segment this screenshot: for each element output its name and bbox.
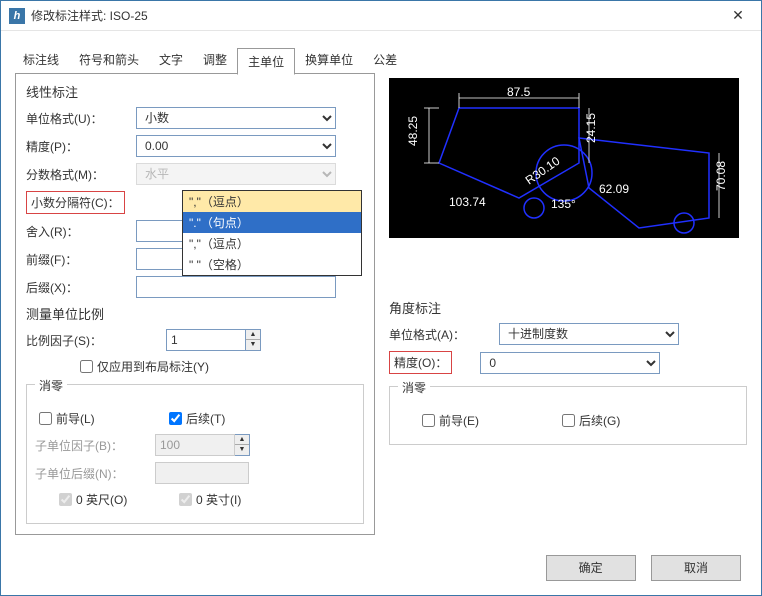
dd-item-0[interactable]: ","（逗点） — [183, 191, 361, 212]
zero-left-group: 消零 前导(L) 后续(T) 子单位因子(B)： ▲▼ 子单位后缀(N)： 0 … — [26, 384, 364, 524]
footer: 确定 取消 — [534, 555, 741, 581]
angle-trailing-check[interactable]: 后续(G) — [558, 411, 620, 430]
round-label: 舍入(R)： — [26, 223, 136, 240]
svg-text:70.08: 70.08 — [714, 161, 728, 191]
angle-precision-select[interactable]: 0 — [480, 352, 660, 374]
suffix-input[interactable] — [136, 276, 336, 298]
svg-text:87.5: 87.5 — [507, 85, 531, 99]
angle-title: 角度标注 — [389, 298, 747, 317]
tab-primary-units[interactable]: 主单位 — [237, 48, 295, 75]
tab-fit[interactable]: 调整 — [193, 47, 237, 74]
scale-factor-label: 比例因子(S)： — [26, 332, 166, 349]
scale-title: 测量单位比例 — [26, 304, 364, 323]
zero-left-title: 消零 — [35, 377, 67, 394]
app-icon: h — [9, 8, 25, 24]
decimal-sep-dropdown[interactable]: ","（逗点） "."（句点） ","（逗点） " "（空格） — [182, 190, 362, 276]
precision-select[interactable]: 0.00 — [136, 135, 336, 157]
zero-angle-group: 消零 前导(E) 后续(G) — [389, 386, 747, 445]
linear-title: 线性标注 — [26, 82, 364, 101]
inch-check: 0 英寸(I) — [175, 490, 241, 509]
scale-factor-input[interactable] — [166, 329, 246, 351]
svg-text:R30.10: R30.10 — [523, 154, 563, 188]
leading-check[interactable]: 前导(L) — [35, 409, 165, 428]
right-panel: 87.5 48.25 24.15 70.08 103.74 R30.10 135… — [375, 74, 747, 535]
window-title: 修改标注样式: ISO-25 — [31, 7, 723, 24]
tab-tolerances[interactable]: 公差 — [363, 47, 407, 74]
angle-precision-label: 精度(O)： — [389, 351, 452, 374]
tab-symbols[interactable]: 符号和箭头 — [69, 47, 149, 74]
fraction-label: 分数格式(M)： — [26, 166, 136, 183]
unit-format-select[interactable]: 小数 — [136, 107, 336, 129]
svg-text:135°: 135° — [551, 197, 576, 211]
svg-text:48.25: 48.25 — [406, 116, 420, 146]
tab-alt-units[interactable]: 换算单位 — [295, 47, 363, 74]
unit-format-label: 单位格式(U)： — [26, 110, 136, 127]
svg-text:24.15: 24.15 — [584, 113, 598, 143]
suffix-label: 后缀(X)： — [26, 279, 136, 296]
svg-text:62.09: 62.09 — [599, 182, 629, 196]
dd-item-1[interactable]: "."（句点） — [183, 212, 361, 233]
angle-unit-select[interactable]: 十进制度数 — [499, 323, 679, 345]
tab-dimlines[interactable]: 标注线 — [13, 47, 69, 74]
sub-suffix-input — [155, 462, 249, 484]
cancel-button[interactable]: 取消 — [651, 555, 741, 581]
fraction-select: 水平 — [136, 163, 336, 185]
angle-unit-label: 单位格式(A)： — [389, 326, 499, 343]
tab-strip: 标注线 符号和箭头 文字 调整 主单位 换算单位 公差 — [1, 31, 761, 74]
angle-leading-check[interactable]: 前导(E) — [418, 411, 558, 430]
ok-button[interactable]: 确定 — [546, 555, 636, 581]
left-panel: 线性标注 单位格式(U)： 小数 精度(P)： 0.00 分数格式(M)： 水平… — [15, 73, 375, 535]
tab-text[interactable]: 文字 — [149, 47, 193, 74]
scale-factor-spinner[interactable]: ▲▼ — [246, 329, 261, 351]
svg-text:103.74: 103.74 — [449, 195, 486, 209]
dd-item-3[interactable]: " "（空格） — [183, 254, 361, 275]
feet-check: 0 英尺(O) — [55, 490, 175, 509]
preview-pane: 87.5 48.25 24.15 70.08 103.74 R30.10 135… — [389, 78, 739, 238]
dd-item-2[interactable]: ","（逗点） — [183, 233, 361, 254]
sub-factor-spinner: ▲▼ — [235, 434, 250, 456]
sub-suffix-label: 子单位后缀(N)： — [35, 465, 155, 482]
titlebar: h 修改标注样式: ISO-25 ✕ — [1, 1, 761, 31]
zero-angle-title: 消零 — [398, 379, 430, 396]
layout-only-check[interactable]: 仅应用到布局标注(Y) — [76, 357, 209, 376]
sub-factor-label: 子单位因子(B)： — [35, 437, 155, 454]
close-icon[interactable]: ✕ — [723, 7, 753, 24]
precision-label: 精度(P)： — [26, 138, 136, 155]
sub-factor-input — [155, 434, 235, 456]
decimal-sep-label: 小数分隔符(C)： — [26, 191, 125, 214]
prefix-label: 前缀(F)： — [26, 251, 136, 268]
trailing-check[interactable]: 后续(T) — [165, 409, 225, 428]
